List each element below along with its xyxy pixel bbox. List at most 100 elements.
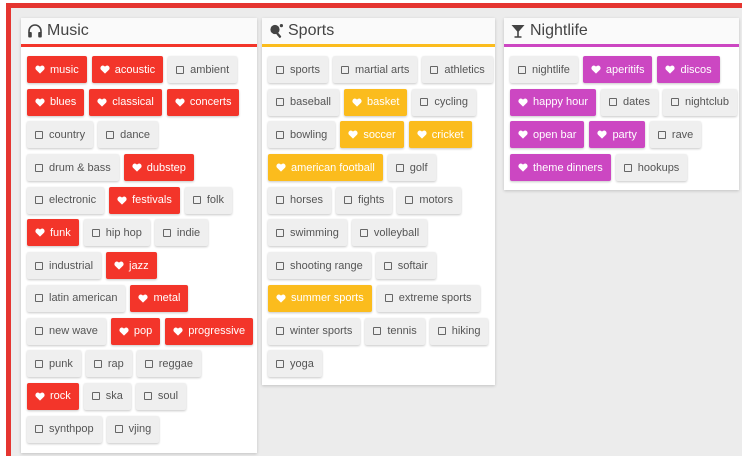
tag-label: party	[612, 128, 637, 141]
tag-athletics[interactable]: athletics	[422, 56, 493, 83]
tag-theme-dinners[interactable]: theme dinners	[510, 154, 611, 182]
heart-icon	[100, 65, 110, 74]
tag-metal[interactable]: metal	[130, 284, 189, 312]
tag-hookups[interactable]: hookups	[615, 154, 688, 182]
tag-nightclub[interactable]: nightclub	[662, 88, 738, 116]
tag-cycling[interactable]: cycling	[412, 88, 477, 116]
tag-funk[interactable]: funk	[27, 219, 79, 247]
tag-latin-american[interactable]: latin american	[27, 284, 126, 312]
tag-fights[interactable]: fights	[336, 186, 393, 214]
tag-happy-hour[interactable]: happy hour	[510, 88, 597, 116]
tag-blues[interactable]: blues	[27, 88, 85, 116]
tag-baseball[interactable]: baseball	[268, 88, 339, 116]
tag-indie[interactable]: indie	[154, 219, 209, 247]
tag-rock[interactable]: rock	[27, 382, 79, 410]
tag-label: horses	[290, 194, 324, 207]
tag-soccer[interactable]: soccer	[340, 121, 404, 149]
checkbox-icon	[35, 425, 43, 434]
tag-cricket[interactable]: cricket	[408, 121, 472, 149]
tag-american-football[interactable]: american football	[268, 154, 383, 182]
heart-icon	[276, 163, 286, 172]
tag-hip-hop[interactable]: hip hop	[83, 219, 150, 247]
tag-rap[interactable]: rap	[85, 350, 132, 378]
tag-party[interactable]: party	[589, 121, 645, 149]
tag-summer-sports[interactable]: summer sports	[268, 284, 372, 312]
tag-row: open bar party rave	[510, 121, 739, 149]
tag-extreme-sports[interactable]: extreme sports	[376, 284, 480, 312]
tag-hiking[interactable]: hiking	[429, 317, 489, 345]
tag-label: indie	[176, 226, 201, 239]
tag-discos[interactable]: discos	[657, 56, 720, 83]
tag-sports[interactable]: sports	[268, 56, 328, 83]
checkbox-icon	[35, 196, 43, 205]
heart-icon	[35, 98, 45, 107]
tag-nightlife[interactable]: nightlife	[510, 56, 578, 83]
checkbox-icon	[623, 163, 632, 172]
tag-winter-sports[interactable]: winter sports	[268, 317, 361, 345]
tag-punk[interactable]: punk	[27, 350, 81, 378]
tag-dance[interactable]: dance	[98, 121, 159, 149]
tag-electronic[interactable]: electronic	[27, 186, 105, 214]
tag-vjing[interactable]: vjing	[106, 415, 160, 443]
tag-country[interactable]: country	[27, 121, 94, 149]
tag-pop[interactable]: pop	[110, 317, 161, 345]
tag-open-bar[interactable]: open bar	[510, 121, 585, 149]
checkbox-icon	[437, 327, 446, 335]
tag-industrial[interactable]: industrial	[27, 252, 102, 280]
tag-ska[interactable]: ska	[83, 382, 131, 410]
checkbox-icon	[35, 261, 43, 270]
tag-soul[interactable]: soul	[135, 382, 187, 410]
tag-new-wave[interactable]: new wave	[27, 317, 106, 345]
tag-swimming[interactable]: swimming	[268, 219, 347, 247]
tag-acoustic[interactable]: acoustic	[91, 56, 164, 83]
tag-label: rave	[671, 128, 694, 141]
tag-label: aperitifs	[605, 63, 645, 76]
heart-icon	[132, 163, 142, 172]
tag-row: baseball basket cycling	[268, 88, 495, 116]
checkbox-icon	[176, 65, 185, 74]
tag-martial-arts[interactable]: martial arts	[332, 56, 418, 83]
tag-rave[interactable]: rave	[649, 121, 702, 149]
tag-golf[interactable]: golf	[387, 154, 436, 182]
tag-music[interactable]: music	[27, 56, 87, 83]
tag-dates[interactable]: dates	[601, 88, 658, 116]
tag-motors[interactable]: motors	[397, 186, 461, 214]
tag-shooting-range[interactable]: shooting range	[268, 252, 371, 280]
tag-aperitifs[interactable]: aperitifs	[582, 56, 653, 83]
tag-synthpop[interactable]: synthpop	[27, 415, 102, 443]
main-frame: Music music acoustic ambient blues classical…	[6, 3, 742, 456]
tag-label: discos	[680, 63, 712, 76]
tag-label: latin american	[49, 292, 118, 305]
tag-jazz[interactable]: jazz	[106, 252, 157, 280]
tag-horses[interactable]: horses	[268, 186, 332, 214]
panel-title: Music	[47, 22, 89, 39]
tag-festivals[interactable]: festivals	[109, 186, 180, 214]
tag-label: funk	[50, 226, 71, 239]
tag-label: volleyball	[373, 226, 420, 239]
tag-basket[interactable]: basket	[343, 88, 408, 116]
tag-label: open bar	[533, 128, 577, 141]
tag-bowling[interactable]: bowling	[268, 121, 336, 149]
tag-reggae[interactable]: reggae	[136, 350, 202, 378]
checkbox-icon	[395, 163, 404, 172]
heart-icon	[597, 130, 608, 139]
tag-classical[interactable]: classical	[89, 88, 162, 116]
checkbox-icon	[384, 294, 393, 303]
checkbox-icon	[359, 228, 368, 237]
tag-tennis[interactable]: tennis	[365, 317, 425, 345]
tag-progressive[interactable]: progressive	[165, 317, 254, 345]
tag-ambient[interactable]: ambient	[168, 56, 238, 83]
tag-concerts[interactable]: concerts	[166, 88, 240, 116]
tag-folk[interactable]: folk	[184, 186, 232, 214]
tag-label: jazz	[129, 259, 149, 272]
tag-drum-bass[interactable]: drum & bass	[27, 154, 119, 182]
heart-icon	[518, 163, 528, 172]
tag-label: swimming	[290, 226, 339, 239]
tag-row: happy hour dates nightclub	[510, 88, 739, 116]
tag-label: vjing	[128, 423, 152, 436]
heart-icon	[35, 392, 45, 401]
tag-volleyball[interactable]: volleyball	[351, 219, 428, 247]
tag-dubstep[interactable]: dubstep	[123, 154, 194, 182]
tag-yoga[interactable]: yoga	[268, 350, 322, 378]
tag-softair[interactable]: softair	[375, 252, 436, 280]
